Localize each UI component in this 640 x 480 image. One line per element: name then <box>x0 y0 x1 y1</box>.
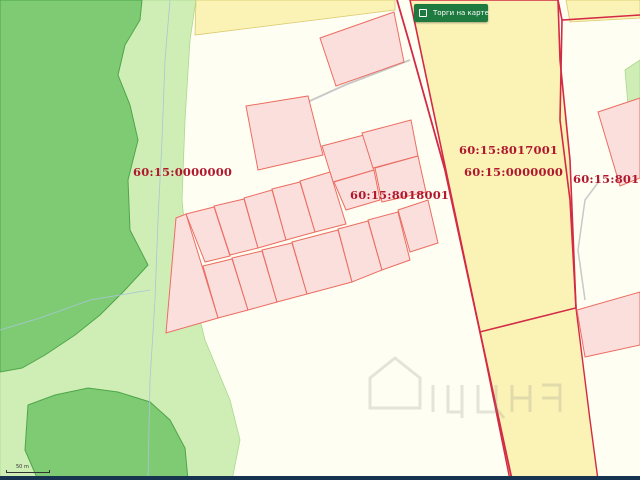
scale-bar-line <box>6 470 50 473</box>
parcel-label: 60:15:8018001 <box>350 188 449 202</box>
auction-toggle-button[interactable]: Торги на карте <box>414 4 489 22</box>
auction-checkbox[interactable] <box>419 9 427 17</box>
parcel-label: 60:15:0000000 <box>464 165 563 179</box>
bottom-strip <box>0 476 640 480</box>
auction-toggle-label: Торги на карте <box>433 9 489 17</box>
parcel-label: 60:15:8018 <box>573 172 640 186</box>
scale-bar: 50 m <box>6 464 50 474</box>
cadastral-map[interactable]: 60:15:0000000 60:15:8018001 60:15:801700… <box>0 0 640 480</box>
parcel-label: 60:15:0000000 <box>133 165 232 179</box>
parcel-label: 60:15:8017001 <box>459 143 558 157</box>
